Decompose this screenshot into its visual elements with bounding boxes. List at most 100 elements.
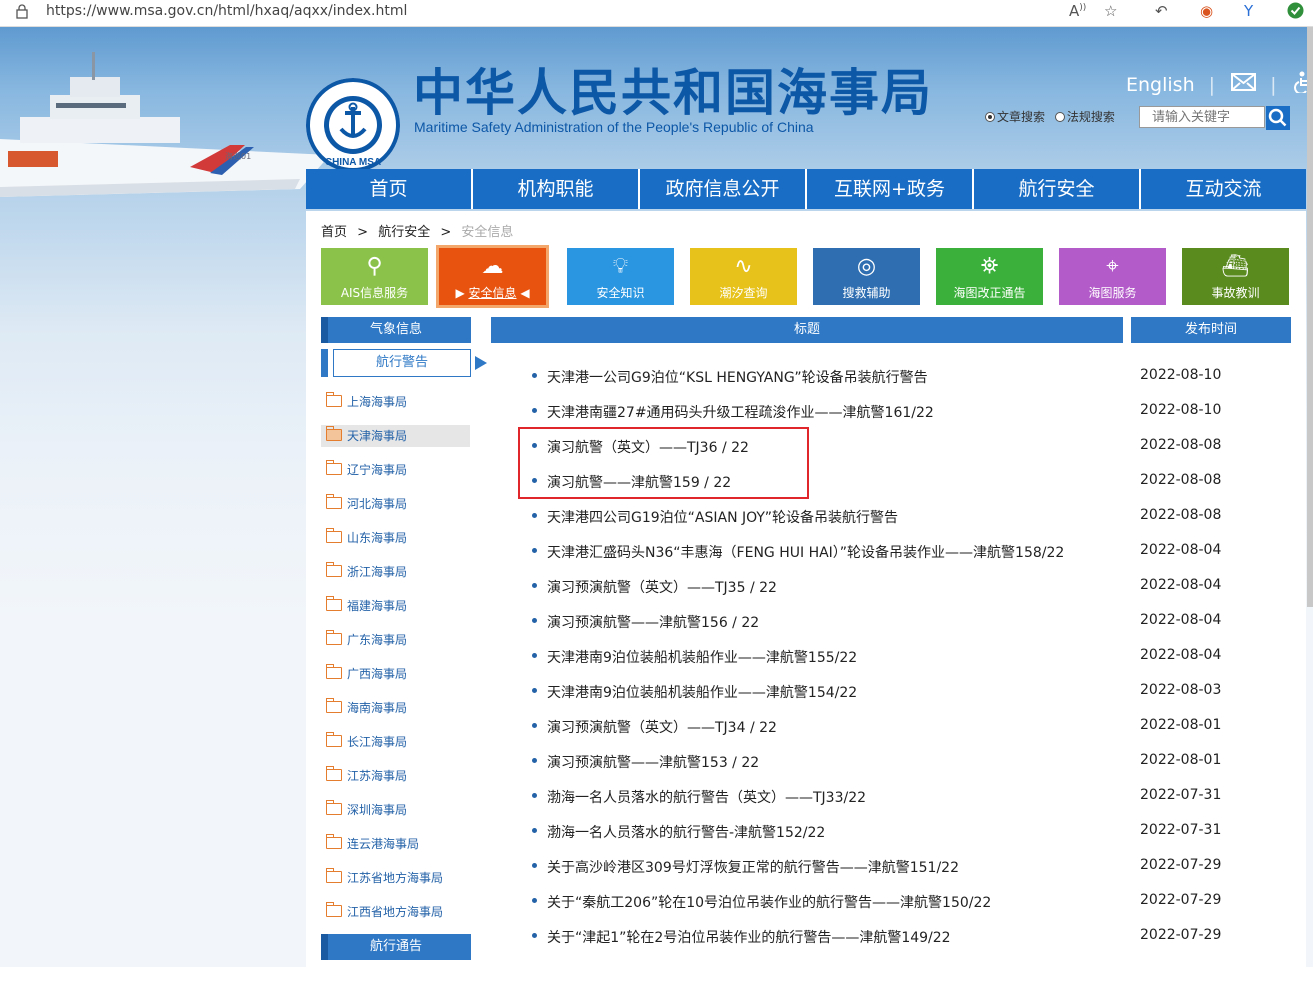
bullet-icon: [532, 373, 537, 378]
warning-title-link[interactable]: 天津港一公司G9泊位“KSL HENGYANG”轮设备吊装航行警告: [547, 367, 928, 387]
sidebar-item[interactable]: 辽宁海事局: [321, 459, 470, 481]
table-row[interactable]: 演习预演航警——津航警156 / 22 2022-08-04: [531, 604, 1291, 639]
nav-functions[interactable]: 机构职能: [473, 169, 640, 209]
sidebar-item[interactable]: 福建海事局: [321, 595, 470, 617]
warning-title-link[interactable]: 渤海一名人员落水的航行警告（英文）——TJ33/22: [547, 787, 866, 807]
tile-chart-correction[interactable]: ⛯ 海图改正通告: [936, 248, 1043, 305]
english-link[interactable]: English: [1126, 74, 1195, 96]
sidebar-item[interactable]: 江西省地方海事局: [321, 901, 470, 923]
warning-title-link[interactable]: 天津港南疆27#通用码头升级工程疏浚作业——津航警161/22: [547, 402, 934, 422]
tile-chart-service[interactable]: ⌖ 海图服务: [1059, 248, 1166, 305]
warning-title-link[interactable]: 天津港南9泊位装船机装船作业——津航警154/22: [547, 682, 857, 702]
table-row[interactable]: 渤海一名人员落水的航行警告-津航警152/22 2022-07-31: [531, 814, 1291, 849]
table-row[interactable]: 演习预演航警（英文）——TJ34 / 22 2022-08-01: [531, 709, 1291, 744]
buoy-icon: ⛯: [980, 254, 999, 279]
sidebar-nav-notice[interactable]: 航行通告: [321, 934, 471, 960]
table-row[interactable]: 天津港四公司G19泊位“ASIAN JOY”轮设备吊装航行警告 2022-08-0…: [531, 499, 1291, 534]
nav-internet-gov[interactable]: 互联网+政务: [807, 169, 974, 209]
warning-title-link[interactable]: 渤海一名人员落水的航行警告-津航警152/22: [547, 822, 825, 842]
sidebar-item[interactable]: 深圳海事局: [321, 799, 470, 821]
warning-title-link[interactable]: 关于高沙岭港区309号灯浮恢复正常的航行警告——津航警151/22: [547, 857, 959, 877]
search-input[interactable]: [1139, 106, 1265, 128]
read-aloud-icon[interactable]: A)): [1069, 2, 1086, 20]
table-row[interactable]: 关于“津起1”轮在2号泊位吊装作业的航行警告——津航警149/22 2022-07…: [531, 919, 1291, 954]
tile-safety-info[interactable]: ☁ ▶ 安全信息 ◀: [436, 245, 549, 308]
nav-interaction[interactable]: 互动交流: [1141, 169, 1306, 209]
sidebar-item[interactable]: 海南海事局: [321, 697, 470, 719]
sidebar-item[interactable]: 长江海事局: [321, 731, 470, 753]
scrollbar[interactable]: [1307, 27, 1313, 607]
publish-date: 2022-08-04: [1140, 542, 1222, 558]
folder-icon: [326, 698, 342, 713]
sidebar-item[interactable]: 河北海事局: [321, 493, 470, 515]
url-text[interactable]: https://www.msa.gov.cn/html/hxaq/aqxx/in…: [46, 3, 407, 19]
breadcrumb-nav-safety[interactable]: 航行安全: [378, 225, 430, 240]
search-button[interactable]: [1266, 106, 1290, 130]
back-icon[interactable]: ↶: [1155, 2, 1168, 20]
warning-title-link[interactable]: 关于“秦航工206”轮在10号泊位吊装作业的航行警告——津航警150/22: [547, 892, 991, 912]
lock-icon[interactable]: [16, 4, 28, 19]
breadcrumb-home[interactable]: 首页: [321, 225, 347, 240]
table-row[interactable]: 天津港一公司G9泊位“KSL HENGYANG”轮设备吊装航行警告 2022-08…: [531, 359, 1291, 394]
favorite-icon[interactable]: ☆: [1104, 2, 1117, 20]
nav-home[interactable]: 首页: [306, 169, 473, 209]
extension-icon[interactable]: ◉: [1200, 2, 1213, 20]
bullet-icon: [532, 898, 537, 903]
sidebar-item[interactable]: 天津海事局: [321, 425, 470, 447]
sidebar-nav-warning[interactable]: 航行警告: [321, 349, 487, 377]
table-row[interactable]: 关于“秦航工206”轮在10号泊位吊装作业的航行警告——津航警150/22 202…: [531, 884, 1291, 919]
sidebar-item[interactable]: 山东海事局: [321, 527, 470, 549]
table-row[interactable]: 天津港南9泊位装船机装船作业——津航警155/22 2022-08-04: [531, 639, 1291, 674]
table-row[interactable]: 渤海一名人员落水的航行警告（英文）——TJ33/22 2022-07-31: [531, 779, 1291, 814]
warning-title-link[interactable]: 演习预演航警（英文）——TJ34 / 22: [547, 717, 777, 737]
mail-icon[interactable]: [1231, 73, 1257, 96]
publish-date: 2022-08-01: [1140, 752, 1222, 768]
sidebar-item[interactable]: 浙江海事局: [321, 561, 470, 583]
content-panel: 首页 > 航行安全 > 安全信息 ⚲ AIS信息服务 ☁ ▶ 安全信息 ◀ 💡︎ 安…: [306, 211, 1306, 991]
tile-safety-knowledge[interactable]: 💡︎ 安全知识: [567, 248, 674, 305]
tile-ais[interactable]: ⚲ AIS信息服务: [321, 248, 428, 305]
warning-title-link[interactable]: 关于“津起1”轮在2号泊位吊装作业的航行警告——津航警149/22: [547, 927, 951, 947]
warning-title-link[interactable]: 天津港四公司G19泊位“ASIAN JOY”轮设备吊装航行警告: [547, 507, 898, 527]
search-option-law[interactable]: 法规搜索: [1054, 110, 1115, 124]
tile-accident-lessons[interactable]: ⛴ 事故教训: [1182, 248, 1289, 305]
bullet-icon: [532, 828, 537, 833]
sidebar-item[interactable]: 广东海事局: [321, 629, 470, 651]
nav-gov-info[interactable]: 政府信息公开: [640, 169, 807, 209]
publish-date: 2022-08-04: [1140, 647, 1222, 663]
sidebar-item[interactable]: 江苏海事局: [321, 765, 470, 787]
search-option-article[interactable]: 文章搜索: [985, 110, 1045, 124]
tile-tide[interactable]: ∿ 潮汐查询: [690, 248, 797, 305]
warning-title-link[interactable]: 演习预演航警（英文）——TJ35 / 22: [547, 577, 777, 597]
warning-title-link[interactable]: 天津港汇盛码头N36“丰惠海（FENG HUI HAI）”轮设备吊装作业——津航…: [547, 542, 1064, 562]
ship-illustration: 海巡01: [0, 52, 330, 197]
bullet-icon: [532, 793, 537, 798]
table-row[interactable]: 天津港汇盛码头N36“丰惠海（FENG HUI HAI）”轮设备吊装作业——津航…: [531, 534, 1291, 569]
sidebar-item[interactable]: 广西海事局: [321, 663, 470, 685]
main-nav: 首页 机构职能 政府信息公开 互联网+政务 航行安全 互动交流: [306, 169, 1306, 209]
warning-title-link[interactable]: 天津港南9泊位装船机装船作业——津航警155/22: [547, 647, 857, 667]
publish-date: 2022-08-08: [1140, 507, 1222, 523]
warning-title-link[interactable]: 演习预演航警——津航警153 / 22: [547, 752, 759, 772]
extension-icon[interactable]: Y: [1244, 2, 1253, 20]
warning-title-link[interactable]: 演习预演航警——津航警156 / 22: [547, 612, 759, 632]
sidebar-item[interactable]: 连云港海事局: [321, 833, 470, 855]
sidebar-item[interactable]: 上海海事局: [321, 391, 470, 413]
tide-chart-icon: ∿: [734, 254, 753, 279]
profile-icon[interactable]: [1287, 2, 1304, 23]
table-row[interactable]: 演习预演航警——津航警153 / 22 2022-08-01: [531, 744, 1291, 779]
bullet-icon: [532, 583, 537, 588]
sidebar-weather[interactable]: 气象信息: [321, 317, 471, 343]
table-row[interactable]: 天津港南9泊位装船机装船作业——津航警154/22 2022-08-03: [531, 674, 1291, 709]
sidebar-item[interactable]: 江苏省地方海事局: [321, 867, 470, 889]
table-row[interactable]: 天津港南疆27#通用码头升级工程疏浚作业——津航警161/22 2022-08-1…: [531, 394, 1291, 429]
ais-icon: ⚲: [366, 254, 383, 279]
nav-navigation-safety[interactable]: 航行安全: [974, 169, 1141, 209]
bullet-icon: [532, 758, 537, 763]
table-row[interactable]: 关于高沙岭港区309号灯浮恢复正常的航行警告——津航警151/22 2022-07…: [531, 849, 1291, 884]
tile-rescue[interactable]: ◎ 搜救辅助: [813, 248, 920, 305]
table-row[interactable]: 演习预演航警（英文）——TJ35 / 22 2022-08-04: [531, 569, 1291, 604]
radio-icon: [1054, 112, 1065, 122]
arrow-left-icon: ◀: [516, 286, 530, 300]
msa-logo[interactable]: CHINA MSA: [305, 77, 401, 173]
